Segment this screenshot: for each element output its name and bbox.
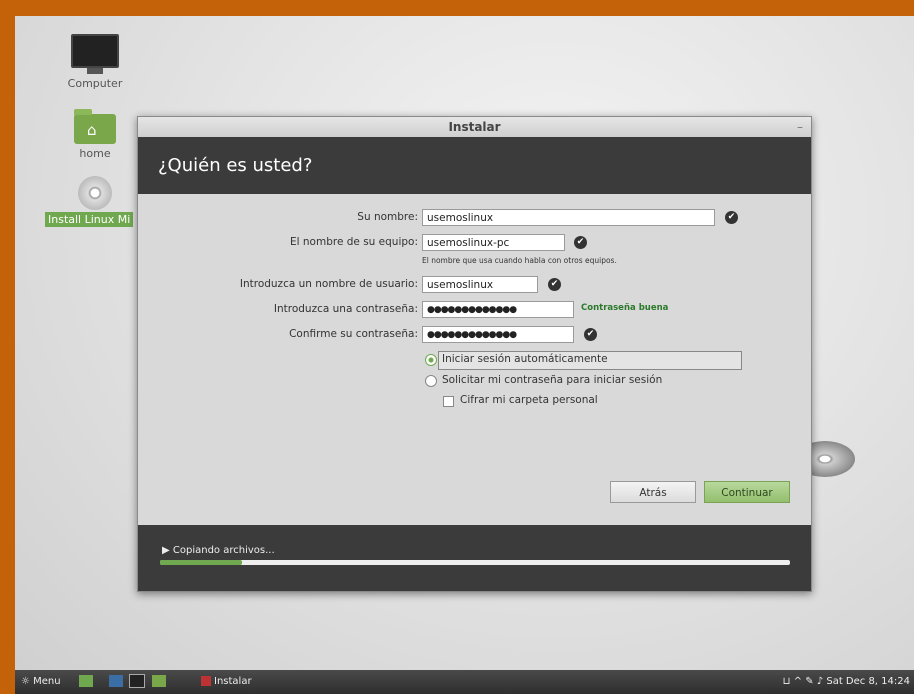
system-tray: ⊔ ^ ✎ ♪ Sat Dec 8, 14:24 [783, 670, 910, 694]
installer-icon [201, 676, 211, 686]
firefox-icon[interactable] [109, 675, 124, 687]
password-input[interactable]: ●●●●●●●●●●●●● [422, 301, 574, 318]
menu-button[interactable]: ☼ Menu [21, 670, 61, 694]
password-label: Introduzca una contraseña: [273, 303, 418, 315]
window-titlebar[interactable]: Instalar – [138, 117, 811, 137]
encrypt-home-checkbox[interactable] [443, 396, 454, 407]
progress-fill [160, 560, 242, 565]
disc-icon [78, 176, 112, 210]
continue-button[interactable]: Continuar [704, 481, 790, 503]
installer-window: Instalar – ¿Quién es usted? Su nombre: u… [137, 116, 812, 592]
progress-area: ▶ Copiando archivos... [138, 525, 811, 591]
clock[interactable]: Sat Dec 8, 14:24 [826, 676, 910, 687]
desktop-icon-label: home [79, 147, 111, 160]
home-folder-icon: ⌂ [74, 109, 116, 144]
window-title: Instalar [448, 120, 501, 134]
encrypt-home-label[interactable]: Cifrar mi carpeta personal [460, 394, 598, 406]
user-form: Su nombre: usemoslinux ✔ El nombre de su… [138, 194, 811, 506]
ask-password-label[interactable]: Solicitar mi contraseña para iniciar ses… [442, 374, 662, 386]
monitor-icon [71, 34, 119, 68]
check-icon: ✔ [725, 211, 738, 224]
minimize-button[interactable]: – [797, 117, 803, 137]
computer-name-input[interactable]: usemoslinux-pc [422, 234, 565, 251]
check-icon: ✔ [574, 236, 587, 249]
check-icon: ✔ [584, 328, 597, 341]
confirm-password-input[interactable]: ●●●●●●●●●●●●● [422, 326, 574, 343]
computer-name-hint: El nombre que usa cuando habla con otros… [422, 256, 617, 265]
progress-label[interactable]: ▶ Copiando archivos... [162, 545, 275, 556]
progress-bar [160, 560, 790, 565]
desktop-icon-label: Install Linux Mi [45, 212, 134, 227]
name-label: Su nombre: [357, 211, 418, 223]
taskbar-window-instalar[interactable]: Instalar [195, 673, 258, 691]
password-strength: Contraseña buena [581, 303, 669, 313]
volume-icon[interactable]: ♪ [817, 676, 823, 687]
desktop-icon-label: Computer [67, 77, 123, 90]
username-label: Introduzca un nombre de usuario: [239, 278, 418, 290]
ask-password-radio[interactable] [425, 375, 437, 387]
page-heading: ¿Quién es usted? [138, 137, 811, 194]
name-input[interactable]: usemoslinux [422, 209, 715, 226]
auto-login-label[interactable]: Iniciar sesión automáticamente [442, 353, 608, 365]
desktop-icon-home[interactable]: ⌂ home [55, 109, 135, 160]
quicklaunch [79, 670, 169, 694]
show-desktop-icon[interactable] [79, 675, 93, 687]
computer-name-label: El nombre de su equipo: [290, 236, 418, 248]
back-button[interactable]: Atrás [610, 481, 696, 503]
desktop-icon-computer[interactable]: Computer [55, 34, 135, 90]
terminal-icon[interactable] [129, 674, 146, 688]
confirm-password-label: Confirme su contraseña: [289, 328, 418, 340]
files-icon[interactable] [151, 675, 166, 687]
desktop: Computer ⌂ home Install Linux Mi Instala… [15, 16, 914, 694]
pen-icon[interactable]: ✎ [805, 676, 813, 687]
check-icon: ✔ [548, 278, 561, 291]
up-icon[interactable]: ^ [794, 676, 802, 687]
desktop-icon-install[interactable]: Install Linux Mi [45, 176, 135, 227]
auto-login-radio[interactable] [425, 354, 437, 366]
username-input[interactable]: usemoslinux [422, 276, 538, 293]
taskbar: ☼ Menu Instalar ⊔ ^ ✎ ♪ Sat Dec 8, 14:24 [15, 670, 914, 694]
network-icon[interactable]: ⊔ [783, 676, 791, 687]
